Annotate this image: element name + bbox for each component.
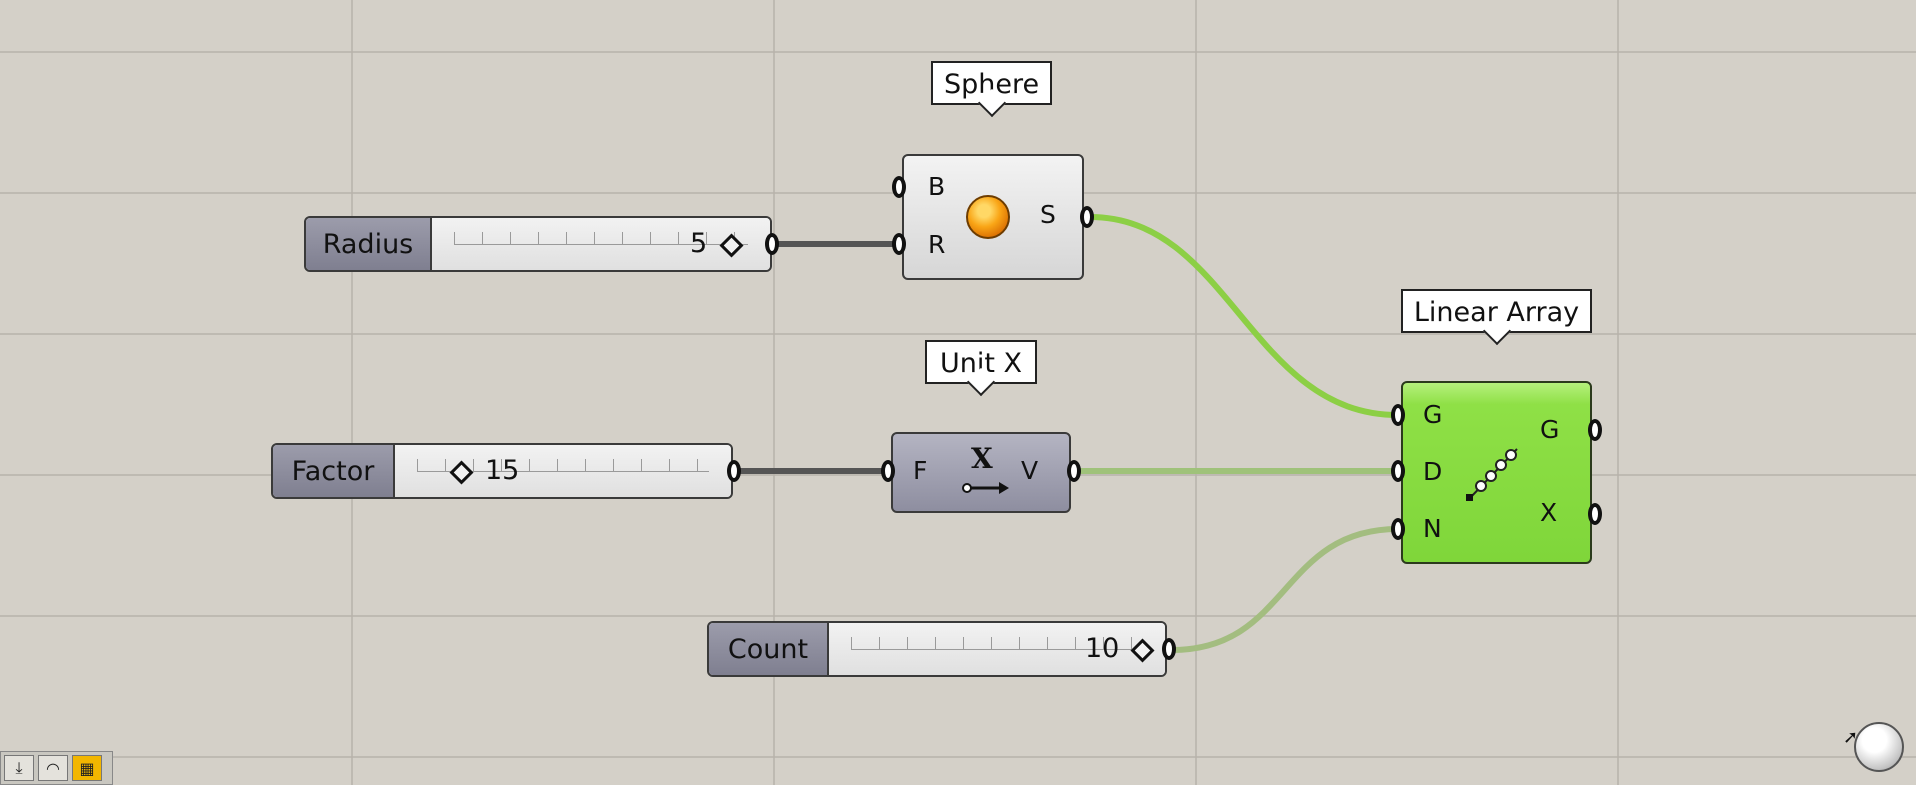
radius-output-port[interactable] xyxy=(765,233,779,255)
count-slider-track[interactable]: 10 xyxy=(829,623,1165,675)
linear-array-input-d-label: D xyxy=(1423,457,1443,486)
sphere-output-s-label: S xyxy=(1040,200,1056,229)
radius-slider-track[interactable]: 5 xyxy=(432,218,770,270)
factor-output-port[interactable] xyxy=(727,460,741,482)
unit-x-input-f-label: F xyxy=(913,456,928,485)
unit-x-component[interactable]: F X V xyxy=(891,432,1071,513)
factor-slider-value: 15 xyxy=(485,455,520,486)
sphere-output-s-port[interactable] xyxy=(1080,206,1094,228)
radius-slider-label: Radius xyxy=(306,218,432,270)
unit-x-callout-label: Unit X xyxy=(939,348,1023,379)
sphere-callout-label: Sphere xyxy=(943,69,1040,100)
unit-x-vector-icon: X xyxy=(957,442,1009,502)
sphere-icon xyxy=(966,195,1010,239)
count-output-port[interactable] xyxy=(1162,638,1176,660)
download-icon[interactable]: ⤓ xyxy=(4,755,34,781)
linear-array-input-n-label: N xyxy=(1423,514,1442,543)
linear-array-callout: Linear Array xyxy=(1401,289,1592,333)
linear-array-output-x-port[interactable] xyxy=(1588,503,1602,525)
sphere-callout: Sphere xyxy=(931,61,1052,105)
count-slider[interactable]: Count 10 xyxy=(707,621,1167,677)
sphere-input-r-label: R xyxy=(928,230,946,259)
linear-array-output-g-label: G xyxy=(1540,415,1560,444)
factor-slider-track[interactable]: 15 xyxy=(395,445,731,497)
linear-array-input-g-port[interactable] xyxy=(1391,404,1405,426)
sphere-component[interactable]: B R S xyxy=(902,154,1084,280)
factor-slider[interactable]: Factor 15 xyxy=(271,443,733,499)
radius-slider[interactable]: Radius 5 xyxy=(304,216,772,272)
radius-slider-value: 5 xyxy=(690,228,708,259)
sphere-input-b-label: B xyxy=(928,172,946,201)
count-slider-label: Count xyxy=(709,623,829,675)
eye-icon[interactable]: ◠ xyxy=(38,755,68,781)
linear-array-input-d-port[interactable] xyxy=(1391,460,1405,482)
linear-array-callout-label: Linear Array xyxy=(1413,297,1580,328)
wire-sphere-to-array xyxy=(1087,214,1401,418)
unit-x-output-v-label: V xyxy=(1021,456,1039,485)
grasshopper-canvas[interactable]: Sphere Unit X Linear Array Radius 5 Fact… xyxy=(0,0,1916,785)
grasshopper-icon[interactable]: ▦ xyxy=(72,755,102,781)
wire-count-to-array xyxy=(1169,526,1401,653)
status-toolbar: ⤓ ◠ ▦ xyxy=(0,751,113,785)
sphere-input-r-port[interactable] xyxy=(892,233,906,255)
unit-x-output-v-port[interactable] xyxy=(1067,460,1081,482)
linear-array-component[interactable]: G D N G X xyxy=(1401,381,1592,564)
linear-array-input-g-label: G xyxy=(1423,400,1443,429)
linear-array-output-x-label: X xyxy=(1540,498,1558,527)
linear-array-input-n-port[interactable] xyxy=(1391,518,1405,540)
unit-x-input-f-port[interactable] xyxy=(881,460,895,482)
linear-array-output-g-port[interactable] xyxy=(1588,419,1602,441)
navigation-sphere-icon[interactable] xyxy=(1854,722,1904,772)
linear-array-icon xyxy=(1466,448,1518,501)
count-slider-value: 10 xyxy=(1085,633,1120,664)
factor-slider-label: Factor xyxy=(273,445,395,497)
sphere-input-b-port[interactable] xyxy=(892,176,906,198)
unit-x-callout: Unit X xyxy=(925,340,1037,384)
